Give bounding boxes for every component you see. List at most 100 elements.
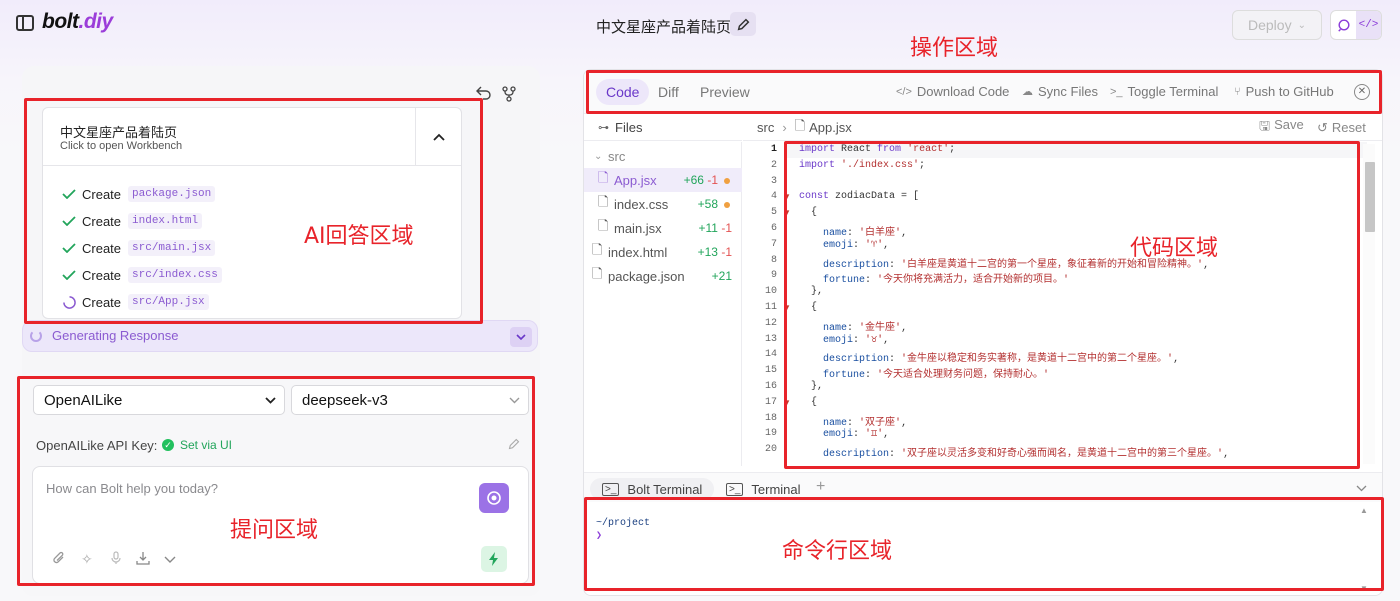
breadcrumb-folder[interactable]: src — [757, 120, 774, 135]
logo-main: bolt — [42, 10, 79, 33]
fork-icon[interactable] — [502, 86, 516, 105]
push-github-label: Push to GitHub — [1245, 84, 1334, 99]
scroll-up-icon[interactable]: ▲ — [1360, 506, 1368, 515]
generating-label: Generating Response — [52, 328, 179, 343]
artifact-card[interactable]: 中文星座产品着陆页 Click to open Workbench Create… — [42, 107, 462, 319]
breadcrumb-file[interactable]: App.jsx — [809, 120, 852, 135]
code-line: emoji: '♊', — [823, 429, 890, 441]
step-file: src/App.jsx — [128, 294, 209, 310]
check-icon — [61, 270, 77, 280]
terminal-icon: >_ — [726, 482, 744, 496]
line-number: 11 — [764, 302, 777, 313]
expand-progress-button[interactable] — [510, 327, 532, 347]
line-number: 6 — [770, 223, 777, 234]
push-github-button[interactable]: ⑂ Push to GitHub — [1234, 84, 1334, 99]
scroll-down-icon[interactable]: ▼ — [1360, 584, 1368, 593]
provider-select[interactable]: OpenAILike — [33, 385, 285, 415]
tab-diff[interactable]: Diff — [648, 79, 689, 105]
terminal-path: ~/project — [596, 518, 651, 529]
diff-add: +21 — [711, 269, 732, 283]
line-number: 9 — [770, 270, 777, 282]
annotation-prompt: 提问区域 — [230, 518, 319, 543]
download-code-button[interactable]: </> Download Code — [896, 84, 1009, 99]
close-icon[interactable]: ✕ — [1354, 84, 1370, 100]
folder-item[interactable]: ⌄ src — [584, 144, 742, 168]
deploy-button[interactable]: Deploy ⌄ — [1232, 10, 1322, 40]
tab-terminal[interactable]: >_ Terminal — [714, 478, 813, 500]
diff-add: +13 — [697, 245, 718, 259]
download-icon[interactable] — [136, 551, 150, 568]
chevron-down-icon[interactable] — [1356, 480, 1367, 495]
annotation-cli: 命令行区域 — [782, 539, 893, 564]
logo[interactable]: bolt.diy — [42, 10, 113, 34]
terminal-icon: >_ — [1110, 85, 1123, 98]
model-value: deepseek-v3 — [302, 391, 388, 409]
toggle-terminal-button[interactable]: >_ Toggle Terminal — [1110, 84, 1218, 99]
paperclip-icon[interactable] — [52, 551, 66, 568]
fold-chevron-icon[interactable]: ▼ — [783, 208, 791, 217]
artifact-header[interactable]: 中文星座产品着陆页 Click to open Workbench — [43, 108, 461, 166]
tab-code[interactable]: Code — [596, 79, 650, 105]
line-number: 5 — [770, 207, 777, 219]
fold-chevron-icon[interactable]: ▼ — [783, 398, 791, 407]
sync-files-button[interactable]: ☁ Sync Files — [1022, 84, 1098, 99]
api-key-label: OpenAILike API Key: — [36, 438, 158, 453]
chat-view-icon[interactable] — [1331, 11, 1356, 39]
scrollbar-thumb[interactable] — [1365, 162, 1375, 232]
add-terminal-icon[interactable]: + — [816, 478, 825, 496]
line-number: 10 — [764, 286, 777, 298]
tab-preview[interactable]: Preview — [690, 79, 760, 105]
line-number: 17 — [764, 396, 777, 408]
file-item[interactable]: 🗋 index.css +58 — [584, 192, 742, 216]
file-icon: 🗋 — [598, 218, 609, 233]
terminal-label: Terminal — [751, 481, 801, 497]
code-line: import React from 'react'; — [799, 144, 956, 155]
undo-icon[interactable] — [476, 86, 492, 103]
edit-api-key-icon[interactable] — [508, 438, 520, 453]
sync-files-label: Sync Files — [1038, 84, 1098, 99]
chevron-down-icon: ⌄ — [594, 150, 603, 162]
stop-button[interactable] — [479, 483, 509, 513]
edit-title-button[interactable] — [730, 12, 756, 36]
send-button[interactable] — [481, 546, 507, 572]
fold-chevron-icon[interactable]: ▼ — [783, 303, 791, 312]
annotation-ops: 操作区域 — [910, 36, 999, 61]
terminal-output[interactable]: ~/project ❯ ▲ ▼ — [584, 502, 1382, 595]
line-number: 13 — [764, 333, 777, 345]
line-number: 3 — [770, 175, 777, 187]
provider-value: OpenAILike — [44, 391, 123, 409]
model-select[interactable]: deepseek-v3 — [291, 385, 529, 415]
view-toggle[interactable]: </> — [1330, 10, 1382, 40]
fold-chevron-icon[interactable]: ▼ — [783, 192, 791, 201]
code-line: emoji: '♈', — [823, 239, 890, 251]
sidebar-toggle-icon[interactable] — [16, 15, 34, 31]
file-item[interactable]: 🗋 main.jsx +11 -1 — [584, 216, 742, 240]
chevron-down-icon[interactable] — [164, 551, 176, 567]
code-view-icon[interactable]: </> — [1356, 11, 1381, 39]
step-verb: Create — [82, 294, 122, 310]
file-name: index.html — [608, 244, 668, 260]
sparkle-icon[interactable]: ✧ — [81, 551, 93, 568]
code-line: name: '白羊座', — [823, 228, 908, 239]
save-button[interactable]: 🖫 Save — [1259, 117, 1304, 139]
action-step: Create index.html — [61, 211, 203, 231]
files-header: ⊶ Files — [584, 115, 742, 141]
prompt-input[interactable] — [46, 481, 466, 496]
microphone-icon[interactable] — [110, 551, 122, 568]
file-item[interactable]: 🗋 package.json +21 — [584, 264, 742, 288]
toggle-terminal-label: Toggle Terminal — [1127, 84, 1219, 99]
diff-del: -1 — [721, 245, 732, 259]
artifact-subtitle: Click to open Workbench — [60, 140, 183, 152]
reset-label: Reset — [1331, 119, 1366, 135]
editor-scrollbar[interactable] — [1363, 144, 1375, 464]
code-editor[interactable]: 1 import React from 'react'; 2 import './in… — [743, 142, 1382, 466]
diff-del: -1 — [721, 221, 732, 235]
reset-button[interactable]: ↺ Reset — [1317, 120, 1366, 136]
collapse-button[interactable] — [415, 108, 461, 166]
file-item[interactable]: 🗋 App.jsx +66 -1 — [584, 168, 742, 192]
step-verb: Create — [82, 186, 122, 202]
file-item[interactable]: 🗋 index.html +13 -1 — [584, 240, 742, 264]
file-icon: 🗋 — [794, 117, 806, 133]
tab-bolt-terminal[interactable]: >_ Bolt Terminal — [590, 478, 715, 500]
step-file: src/index.css — [128, 267, 222, 283]
